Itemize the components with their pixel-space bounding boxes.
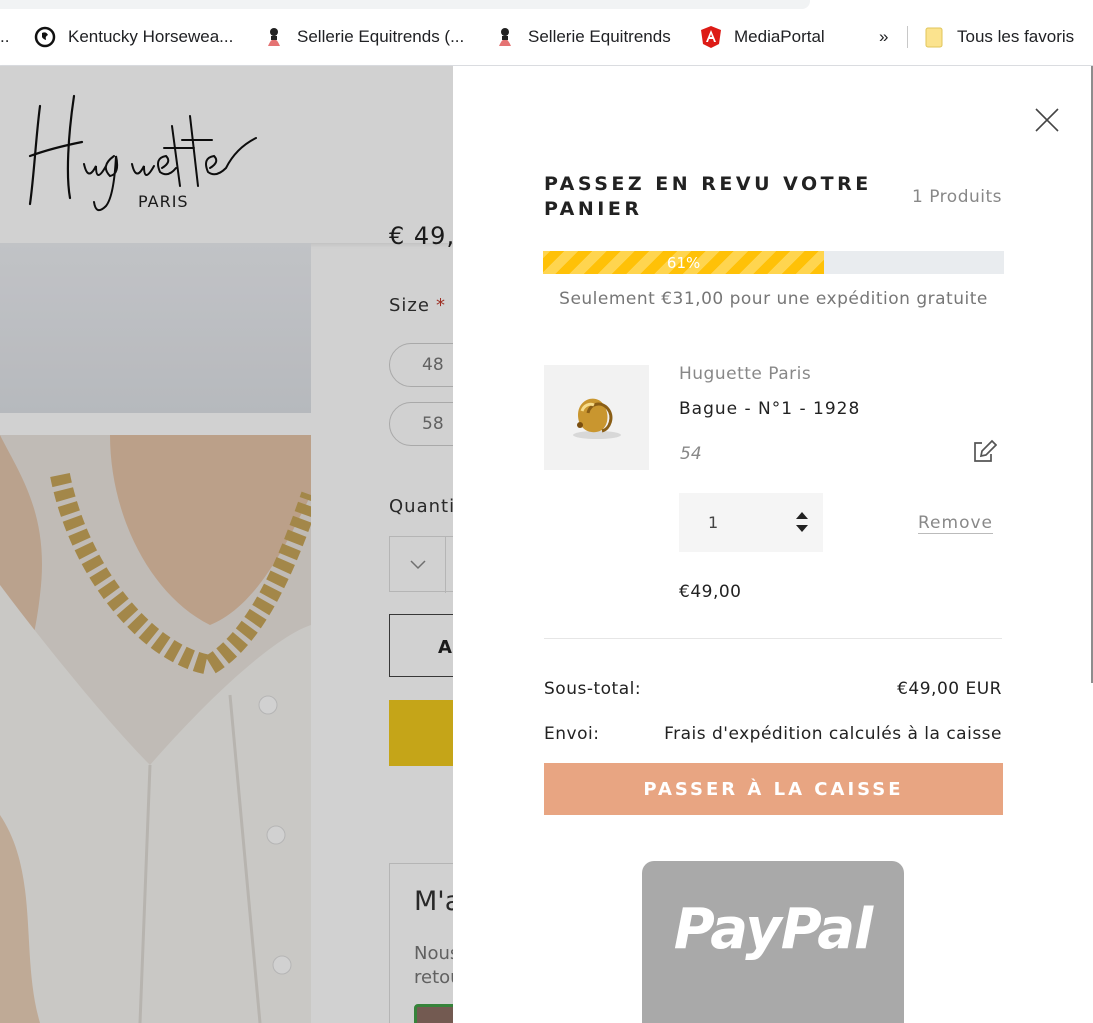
bookmark-kentucky[interactable]: Kentucky Horsewea... (34, 22, 233, 52)
bookmark-mediaportal[interactable]: MediaPortal (700, 22, 825, 52)
bookmarks-bar: .. Kentucky Horsewea... Sellerie Equitre… (0, 0, 1093, 66)
bookmark-sellerie-2[interactable]: Sellerie Equitrends (494, 22, 671, 52)
bookmark-leading-text: .. (0, 27, 10, 46)
address-bar-edge (0, 0, 810, 9)
cart-quantity-input[interactable]: 1 (679, 493, 823, 552)
paypal-button[interactable]: PayPal (642, 861, 904, 1023)
bookmark-all-favorites[interactable]: Tous les favoris (923, 22, 1074, 52)
free-shipping-progress-bar: 61% (543, 251, 1004, 274)
subtotal-label: Sous-total: (544, 679, 642, 699)
bookmarks-divider (907, 26, 908, 48)
subtotal-value: €49,00 EUR (897, 679, 1002, 699)
angular-icon (700, 26, 722, 48)
cart-title: PASSEZ EN REVU VOTRE PANIER (544, 173, 872, 220)
bookmark-label: MediaPortal (734, 27, 825, 46)
cart-item-price: €49,00 (679, 582, 742, 602)
bookmark-sellerie-1[interactable]: Sellerie Equitrends (... (263, 22, 464, 52)
shipping-value: Frais d'expédition calculés à la caisse (664, 724, 1002, 744)
cart-item-vendor: Huguette Paris (679, 364, 812, 384)
remove-item-link[interactable]: Remove (918, 513, 993, 534)
bookmark-overflow-left[interactable]: .. (0, 22, 9, 52)
drawer-backdrop[interactable] (0, 66, 453, 1023)
cart-item-variant: 54 (680, 444, 702, 464)
paypal-logo: PayPal (673, 897, 873, 962)
cart-quantity-value: 1 (708, 513, 719, 532)
bookmark-label: Tous les favoris (957, 27, 1075, 46)
edit-icon[interactable] (971, 439, 998, 465)
folder-icon (923, 26, 945, 48)
progress-label: 61% (666, 253, 701, 272)
close-icon[interactable] (1033, 106, 1061, 134)
checkout-label: PASSER À LA CAISSE (643, 778, 904, 800)
sellerie-icon (263, 26, 285, 48)
checkout-button[interactable]: PASSER À LA CAISSE (544, 763, 1003, 815)
bookmark-label: Sellerie Equitrends (... (297, 27, 465, 46)
spinner-arrows-icon[interactable] (795, 509, 809, 539)
kentucky-logo-icon (34, 26, 56, 48)
sellerie-icon (494, 26, 516, 48)
chevron-double-right-icon: » (879, 27, 889, 46)
bookmarks-overflow-button[interactable]: » (879, 22, 888, 52)
product-page: PARIS € 49, Size * 48 58 Quanti A M'a No… (0, 66, 1093, 1023)
ring-product-image (544, 365, 649, 470)
cart-item-count: 1 Produits (912, 187, 1002, 207)
cart-drawer: PASSEZ EN REVU VOTRE PANIER 1 Produits 6… (453, 66, 1093, 1023)
cart-divider (544, 638, 1002, 639)
cart-item-image[interactable] (544, 365, 649, 470)
bookmark-label: Kentucky Horsewea... (68, 27, 234, 46)
bookmark-label: Sellerie Equitrends (528, 27, 671, 46)
cart-item-name[interactable]: Bague - N°1 - 1928 (679, 399, 860, 419)
free-shipping-message: Seulement €31,00 pour une expédition gra… (559, 289, 988, 309)
shipping-label: Envoi: (544, 724, 600, 744)
